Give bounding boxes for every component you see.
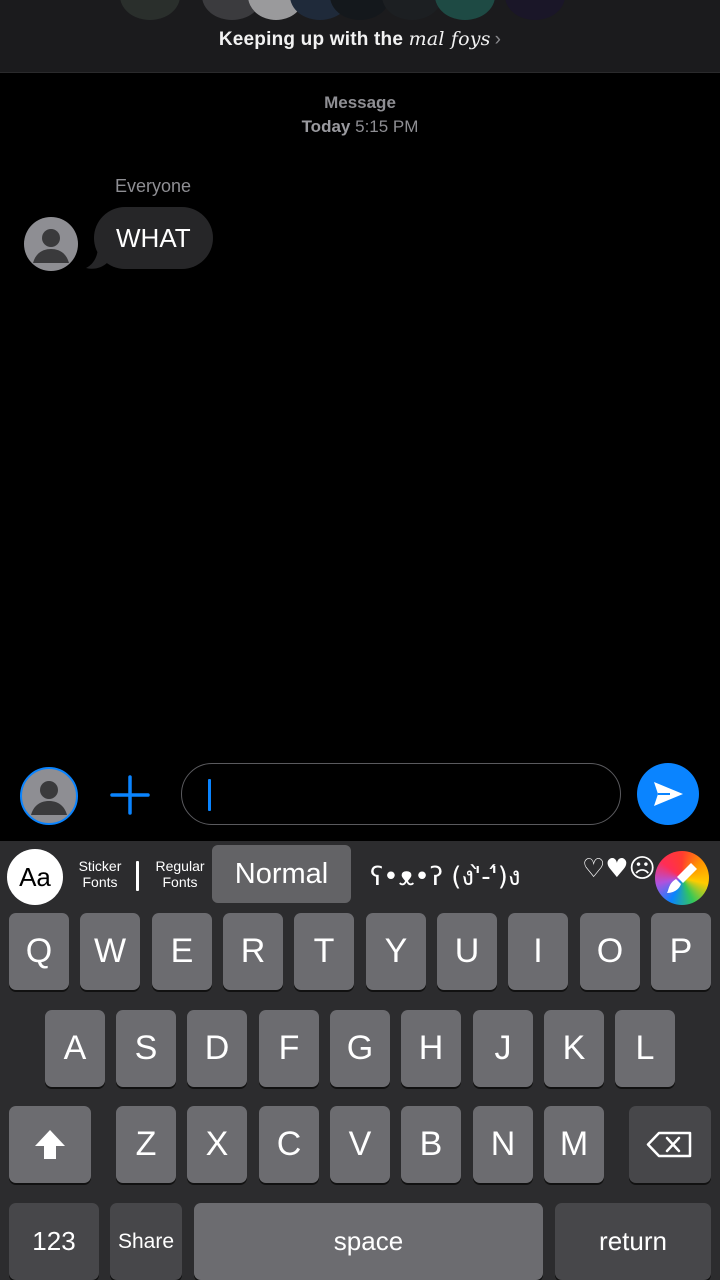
regular-fonts-line2: Fonts (162, 874, 198, 890)
regular-fonts-button[interactable]: Regular Fonts (146, 858, 214, 890)
key-v[interactable]: V (330, 1106, 390, 1183)
group-title-prefix: Keeping up with the (218, 29, 404, 50)
theme-brush-button[interactable] (655, 851, 709, 905)
key-p[interactable]: P (651, 913, 711, 990)
key-n[interactable]: N (473, 1106, 533, 1183)
keyboard: Aa Sticker Fonts Regular Fonts Normal ʕ•… (0, 841, 720, 1280)
sticker-fonts-line1: Sticker (78, 858, 122, 874)
toolbar-divider (136, 861, 139, 891)
key-q[interactable]: Q (9, 913, 69, 990)
send-arrow-icon (654, 782, 683, 806)
numbers-key[interactable]: 123 (9, 1203, 99, 1280)
group-avatar (435, 0, 495, 20)
space-key[interactable]: space (194, 1203, 543, 1280)
key-a[interactable]: A (45, 1010, 105, 1087)
key-g[interactable]: G (330, 1010, 390, 1087)
normal-font-button[interactable]: Normal (212, 845, 351, 903)
key-d[interactable]: D (187, 1010, 247, 1087)
key-z[interactable]: Z (116, 1106, 176, 1183)
person-icon (31, 781, 67, 815)
key-j[interactable]: J (473, 1010, 533, 1087)
message-input[interactable] (181, 763, 621, 825)
group-avatar (382, 0, 442, 20)
font-style-button[interactable]: Aa (7, 849, 63, 905)
key-x[interactable]: X (187, 1106, 247, 1183)
person-icon (33, 229, 69, 263)
sticker-fonts-line2: Fonts (82, 874, 118, 890)
key-c[interactable]: C (259, 1106, 319, 1183)
timestamp-label: Message (324, 93, 396, 112)
delete-key[interactable] (629, 1106, 711, 1183)
key-w[interactable]: W (80, 913, 140, 990)
group-title[interactable]: Keeping up with the mal foys › (0, 28, 720, 51)
group-avatars-strip (120, 0, 600, 20)
key-b[interactable]: B (401, 1106, 461, 1183)
keyboard-toolbar: Aa Sticker Fonts Regular Fonts Normal ʕ•… (0, 841, 720, 908)
key-o[interactable]: O (580, 913, 640, 990)
group-avatar (505, 0, 565, 20)
backspace-icon (646, 1131, 692, 1158)
return-key[interactable]: return (555, 1203, 711, 1280)
message-bubble[interactable]: WHAT (94, 207, 213, 269)
group-avatar (120, 0, 180, 20)
key-t[interactable]: T (294, 913, 354, 990)
hearts-option[interactable]: ♡♥☹ (582, 854, 656, 884)
paintbrush-icon (667, 863, 697, 893)
key-e[interactable]: E (152, 913, 212, 990)
kaomoji-option[interactable]: ʕ•ᴥ•ʔ (ง'̀-'́)ง (370, 856, 521, 897)
shift-key[interactable] (9, 1106, 91, 1183)
key-r[interactable]: R (223, 913, 283, 990)
timestamp-day: Today (301, 117, 351, 136)
plus-icon[interactable] (107, 772, 153, 818)
key-s[interactable]: S (116, 1010, 176, 1087)
key-i[interactable]: I (508, 913, 568, 990)
key-m[interactable]: M (544, 1106, 604, 1183)
text-caret (208, 779, 211, 811)
group-header[interactable]: Keeping up with the mal foys › (0, 0, 720, 73)
shift-arrow-icon (35, 1130, 65, 1159)
regular-fonts-line1: Regular (155, 858, 205, 874)
send-button[interactable] (637, 763, 699, 825)
timestamp: Today 5:15 PM (0, 117, 720, 137)
key-y[interactable]: Y (366, 913, 426, 990)
key-h[interactable]: H (401, 1010, 461, 1087)
group-title-script: mal foys (408, 28, 491, 50)
sender-avatar[interactable] (24, 217, 78, 271)
share-key[interactable]: Share (110, 1203, 182, 1280)
chevron-right-icon: › (494, 29, 502, 50)
timestamp-time: 5:15 PM (355, 117, 419, 136)
sender-name: Everyone (115, 176, 192, 196)
key-u[interactable]: U (437, 913, 497, 990)
key-k[interactable]: K (544, 1010, 604, 1087)
group-avatar (330, 0, 390, 20)
key-f[interactable]: F (259, 1010, 319, 1087)
sticker-fonts-button[interactable]: Sticker Fonts (66, 858, 134, 890)
my-avatar-button[interactable] (20, 767, 78, 825)
key-l[interactable]: L (615, 1010, 675, 1087)
